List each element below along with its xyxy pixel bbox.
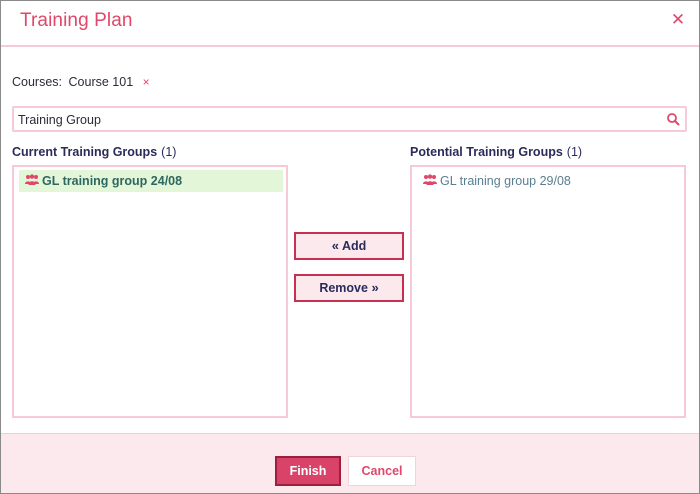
group-icon bbox=[423, 174, 437, 185]
remove-button[interactable]: Remove » bbox=[294, 274, 404, 302]
group-icon bbox=[25, 174, 39, 185]
current-groups-count: (1) bbox=[161, 145, 177, 159]
courses-label: Courses: bbox=[12, 75, 63, 89]
list-item[interactable]: GL training group 29/08 bbox=[417, 170, 681, 192]
search-box bbox=[12, 106, 687, 132]
remove-button-label: Remove bbox=[319, 281, 368, 295]
course-chip-value: Course 101 bbox=[68, 75, 134, 89]
potential-groups-heading: Potential Training Groups (1) bbox=[410, 145, 582, 159]
current-groups-list[interactable]: GL training group 24/08 bbox=[12, 165, 288, 418]
finish-button[interactable]: Finish bbox=[275, 456, 341, 486]
course-chip-remove-icon[interactable]: × bbox=[143, 75, 150, 89]
chevrons-left-icon: « bbox=[331, 238, 339, 253]
current-groups-title: Current Training Groups bbox=[12, 145, 158, 159]
current-groups-heading: Current Training Groups (1) bbox=[12, 145, 176, 159]
dialog-title: Training Plan bbox=[20, 10, 133, 31]
list-item[interactable]: GL training group 24/08 bbox=[19, 170, 283, 192]
dialog-header: Training Plan ✕ bbox=[1, 1, 699, 47]
potential-groups-count: (1) bbox=[566, 145, 583, 159]
potential-groups-list[interactable]: GL training group 29/08 bbox=[410, 165, 686, 418]
add-button[interactable]: « Add bbox=[294, 232, 404, 260]
list-item-label: GL training group 24/08 bbox=[42, 174, 183, 188]
add-button-label: Add bbox=[341, 239, 367, 253]
courses-filter: Courses: Course 101 × bbox=[12, 75, 150, 89]
training-plan-dialog: Training Plan ✕ Courses: Course 101 × Cu… bbox=[0, 0, 700, 494]
search-input[interactable] bbox=[18, 111, 658, 129]
close-icon[interactable]: ✕ bbox=[669, 11, 687, 29]
cancel-button[interactable]: Cancel bbox=[348, 456, 416, 486]
search-icon[interactable] bbox=[666, 112, 680, 126]
chevrons-right-icon: » bbox=[371, 280, 379, 295]
potential-groups-title: Potential Training Groups bbox=[410, 145, 563, 159]
list-item-label: GL training group 29/08 bbox=[440, 174, 571, 188]
